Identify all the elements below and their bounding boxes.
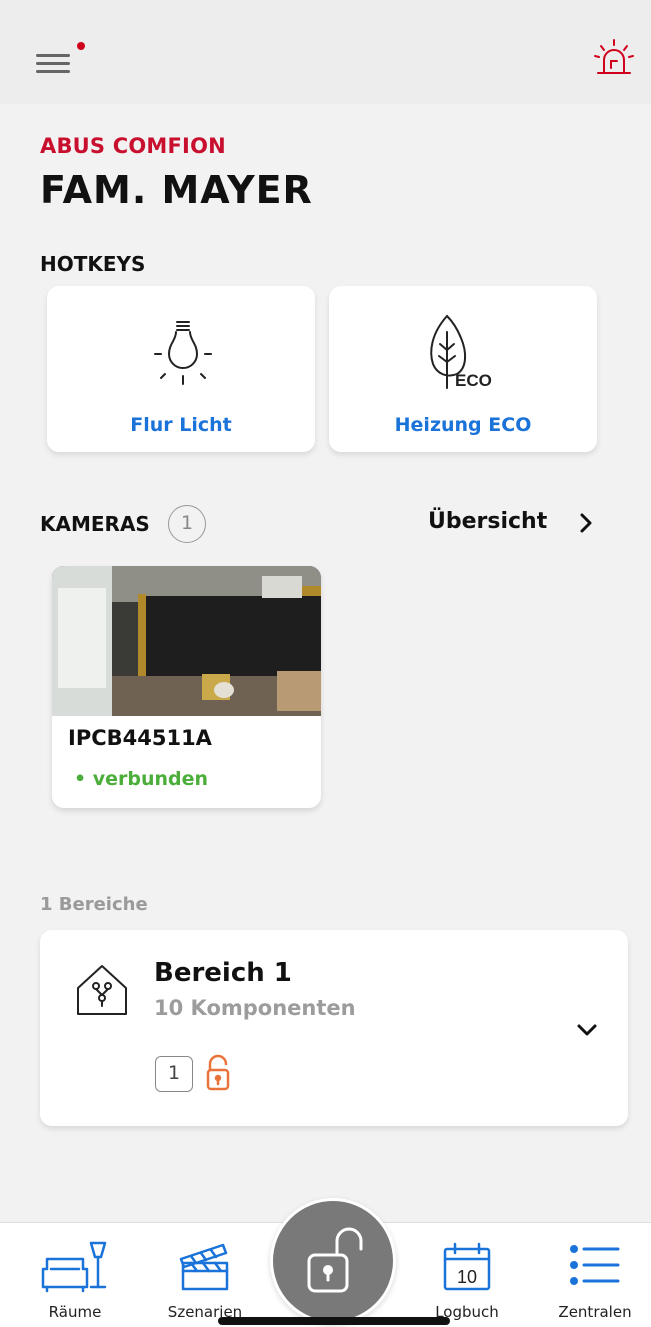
page-title: FAM. MAYER — [40, 168, 313, 212]
home-indicator — [218, 1317, 450, 1325]
center-lock-button[interactable] — [270, 1198, 396, 1324]
light-bulb-icon — [154, 321, 212, 385]
hotkey-flur-licht[interactable]: Flur Licht — [47, 286, 315, 452]
hotkey-label: Flur Licht — [130, 414, 232, 436]
list-icon — [570, 1245, 620, 1285]
nav-logbuch[interactable]: 10 Logbuch — [402, 1223, 532, 1327]
svg-text:10: 10 — [457, 1267, 477, 1287]
eco-leaf-icon: ECO — [430, 314, 492, 390]
camera-status: • verbunden — [74, 768, 209, 790]
area-name: Bereich 1 — [154, 958, 292, 988]
nav-label: Räume — [48, 1303, 102, 1321]
area-number-badge: 1 — [155, 1056, 193, 1092]
nav-raeume[interactable]: Räume — [10, 1223, 140, 1327]
unlocked-padlock-icon — [206, 1054, 230, 1091]
area-card[interactable]: Bereich 1 10 Komponenten 1 — [40, 930, 628, 1126]
hotkey-label: Heizung ECO — [394, 414, 532, 436]
unlocked-padlock-icon — [307, 1227, 363, 1293]
sofa-lamp-icon — [41, 1241, 107, 1293]
hotkeys-heading: HOTKEYS — [40, 252, 146, 276]
camera-name: IPCB44511A — [68, 726, 212, 750]
camera-count-badge: 1 — [168, 505, 206, 543]
areas-count-label: 1 Bereiche — [40, 894, 148, 915]
chevron-right-icon[interactable] — [578, 512, 594, 534]
nav-label: Zentralen — [558, 1303, 632, 1321]
chevron-down-icon[interactable] — [576, 1022, 598, 1038]
top-bar — [0, 0, 651, 104]
calendar-icon: 10 — [443, 1242, 491, 1291]
camera-card[interactable]: IPCB44511A • verbunden — [52, 566, 321, 808]
brand-label: ABUS COMFION — [40, 134, 226, 158]
overview-link[interactable]: Übersicht — [428, 509, 547, 534]
area-components: 10 Komponenten — [154, 996, 356, 1020]
alarm-button[interactable] — [592, 36, 636, 80]
hotkey-heizung-eco[interactable]: ECO Heizung ECO — [329, 286, 597, 452]
clapperboard-icon — [179, 1243, 229, 1291]
cameras-heading: KAMERAS — [40, 512, 150, 536]
svg-text:ECO: ECO — [455, 371, 492, 390]
nav-zentralen[interactable]: Zentralen — [530, 1223, 651, 1327]
alarm-siren-icon — [594, 39, 634, 74]
nav-szenarien[interactable]: Szenarien — [140, 1223, 270, 1327]
menu-button[interactable] — [36, 42, 86, 76]
smart-home-icon — [77, 965, 127, 1015]
camera-thumbnail — [52, 566, 321, 716]
notification-dot — [77, 42, 85, 50]
